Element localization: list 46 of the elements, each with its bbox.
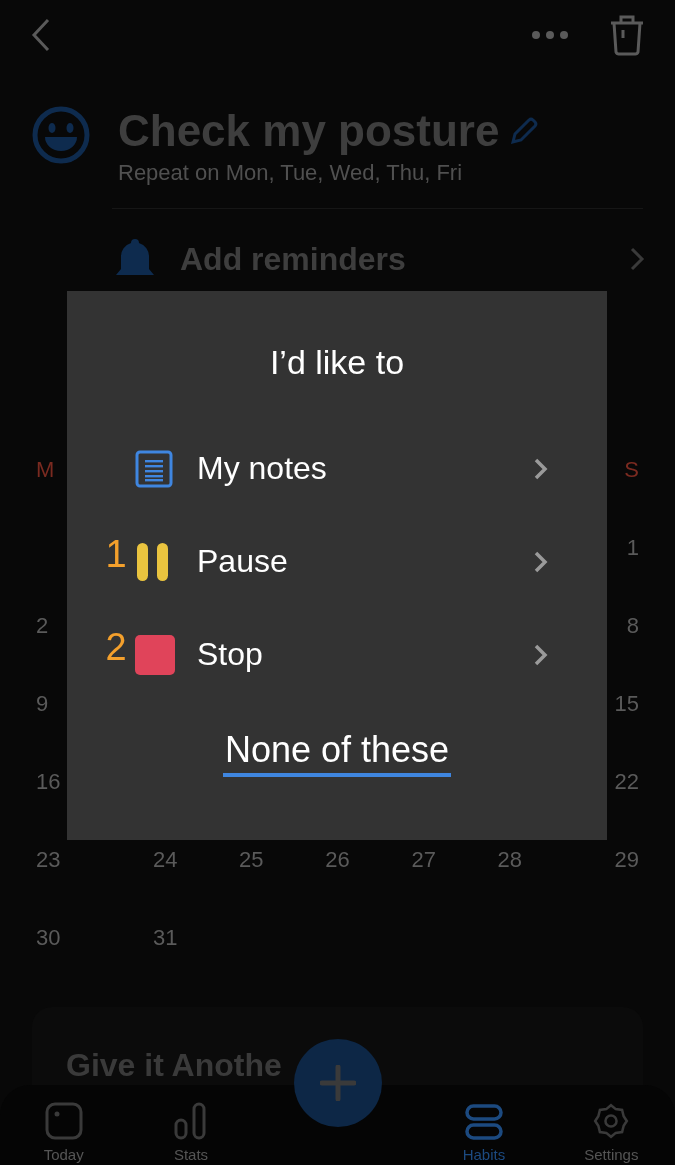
calendar-day[interactable]: 28	[497, 847, 522, 873]
calendar-square-icon	[44, 1102, 83, 1140]
nav-tab[interactable]: Habits	[420, 1085, 548, 1165]
calendar-day[interactable]: 2	[36, 613, 49, 639]
settings-icon	[592, 1102, 631, 1140]
pause-icon	[135, 541, 171, 582]
chevron-right-icon	[533, 549, 549, 574]
nav-tab[interactable]: Settings	[547, 1085, 675, 1165]
chevron-right-icon	[533, 456, 549, 481]
nav-tab[interactable]: Stats	[127, 1085, 255, 1165]
repeat-schedule: Repeat on Mon, Tue, Wed, Thu, Fri	[118, 160, 464, 186]
chevron-right-icon	[533, 642, 549, 667]
document-icon	[135, 449, 173, 488]
option-number: 1	[105, 533, 127, 575]
chevron-right-icon[interactable]	[629, 246, 645, 272]
calendar-day[interactable]: 23	[36, 847, 61, 873]
option-number: 2	[105, 626, 127, 668]
calendar-day[interactable]: 27	[411, 847, 436, 873]
bar-chart-icon	[174, 1102, 208, 1140]
option-item[interactable]: 2 Stop	[67, 608, 607, 701]
calendar-day[interactable]: 31	[152, 925, 178, 951]
trash-icon[interactable]	[609, 14, 645, 56]
calendar-day[interactable]: 29	[614, 847, 639, 873]
weekday-label: S	[624, 457, 639, 483]
smiley-icon	[32, 106, 90, 164]
more-icon[interactable]	[531, 30, 569, 40]
calendar-day[interactable]: 1	[626, 535, 639, 561]
back-icon[interactable]	[30, 18, 52, 52]
dialog-title: I’d like to	[269, 343, 405, 382]
weekday-label: M	[36, 457, 55, 483]
option-item[interactable]: 1 Pause	[67, 515, 607, 608]
calendar-day[interactable]: 25	[239, 847, 264, 873]
calendar-day[interactable]: 9	[36, 691, 49, 717]
stop-icon	[135, 634, 175, 675]
calendar-day[interactable]: 8	[626, 613, 639, 639]
nav-tab[interactable]: Today	[0, 1085, 128, 1165]
calendar-day[interactable]: 24	[152, 847, 178, 873]
plus-icon	[320, 1065, 356, 1101]
calendar-day[interactable]: 16	[36, 769, 61, 795]
stacked-pills-icon	[464, 1104, 503, 1140]
calendar-day[interactable]: 26	[325, 847, 350, 873]
calendar-day[interactable]: 30	[36, 925, 61, 951]
none-of-these-link[interactable]: None of these	[222, 729, 452, 777]
calendar-day[interactable]: 22	[614, 769, 639, 795]
option-item[interactable]: My notes	[67, 422, 607, 515]
calendar-day[interactable]: 15	[614, 691, 639, 717]
